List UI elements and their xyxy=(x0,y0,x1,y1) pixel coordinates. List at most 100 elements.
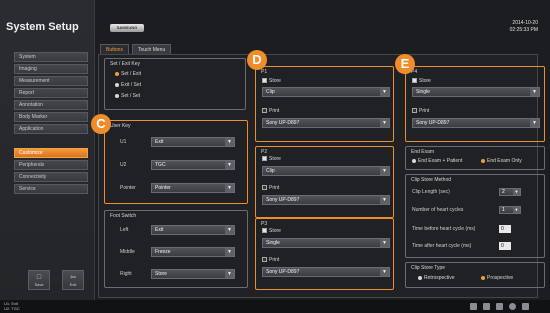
chevron-down-icon: ▼ xyxy=(530,88,539,96)
select-value: Single xyxy=(266,240,280,246)
p3-store-checkbox[interactable]: Store xyxy=(262,228,281,234)
select-value: Pointer xyxy=(155,185,171,191)
sidebar-item-customize[interactable]: Customize xyxy=(14,148,88,158)
p1-store-checkbox[interactable]: Store xyxy=(262,78,281,84)
sidebar-item-body-marker[interactable]: Body Marker xyxy=(14,112,88,122)
sidebar-item-annotation[interactable]: Annotation xyxy=(14,100,88,110)
select-value: TGC xyxy=(155,162,166,168)
radio-icon xyxy=(481,275,485,280)
p4-store-select[interactable]: Single ▼ xyxy=(412,87,540,97)
chevron-down-icon: ▼ xyxy=(380,88,389,96)
checkbox-label: Print xyxy=(269,108,280,114)
set-exit-option[interactable]: Set / Exit xyxy=(115,71,141,77)
checkbox-icon xyxy=(262,228,267,234)
u1-select[interactable]: Exit ▼ xyxy=(151,137,235,147)
select-value: Sony UP-D897 xyxy=(266,269,300,275)
sidebar-item-measurement[interactable]: Measurement xyxy=(14,76,88,86)
select-value: Sony UP-D897 xyxy=(266,120,300,126)
p4-store-checkbox[interactable]: Store xyxy=(412,78,431,84)
time-after-field[interactable]: 0 xyxy=(499,242,511,250)
radio-icon xyxy=(481,158,485,163)
set-set-option[interactable]: Set / Set xyxy=(115,93,140,99)
settings-icon[interactable] xyxy=(509,303,516,310)
p1-title: P1 xyxy=(260,69,269,75)
tab-touch-menu[interactable]: Touch Menu xyxy=(132,44,172,54)
sidebar-item-imaging[interactable]: Imaging xyxy=(14,64,88,74)
chevron-down-icon: ▼ xyxy=(225,226,234,234)
p3-print-select[interactable]: Sony UP-D897 ▼ xyxy=(262,267,390,277)
save-button[interactable]: □ Save xyxy=(28,270,50,290)
checkbox-icon xyxy=(262,78,267,84)
p1-store-select[interactable]: Clip ▼ xyxy=(262,87,390,97)
right-label: Right xyxy=(120,271,132,277)
right-select[interactable]: Store ▼ xyxy=(151,269,235,279)
exit-set-option[interactable]: Exit / Set xyxy=(115,82,141,88)
callout-badge-c: C xyxy=(91,114,111,134)
clip-length-select[interactable]: 2 ▼ xyxy=(499,188,521,196)
brand-logo: SAMSUNG xyxy=(110,24,144,32)
p4-print-checkbox[interactable]: Print xyxy=(412,108,429,114)
p1-print-checkbox[interactable]: Print xyxy=(262,108,279,114)
u2-label: U2 xyxy=(120,162,127,168)
select-value: Clip xyxy=(266,168,275,174)
option-label: End Exam Only xyxy=(487,158,522,164)
checkbox-icon xyxy=(412,78,417,84)
p4-print-select[interactable]: Sony UP-D897 ▼ xyxy=(412,118,540,128)
p1-print-select[interactable]: Sony UP-D897 ▼ xyxy=(262,118,390,128)
select-value: Sony UP-D897 xyxy=(416,120,450,126)
p3-print-checkbox[interactable]: Print xyxy=(262,257,279,263)
foot-switch-title: Foot Switch xyxy=(109,213,138,219)
chevron-down-icon: ▼ xyxy=(380,268,389,276)
user-key-title: User Key xyxy=(109,123,132,129)
option-label: Exit / Set xyxy=(121,82,142,88)
left-select[interactable]: Exit ▼ xyxy=(151,225,235,235)
callout-badge-e: E xyxy=(395,54,415,74)
end-exam-only-option[interactable]: End Exam Only xyxy=(481,158,522,164)
exit-icon: ⇦ xyxy=(70,274,76,281)
checkbox-label: Print xyxy=(419,108,430,114)
p2-store-select[interactable]: Clip ▼ xyxy=(262,166,390,176)
sidebar-item-connectivity[interactable]: Connectivity xyxy=(14,172,88,182)
clip-store-method-group: Clip Store Method Clip Length (sec) 2 ▼ N… xyxy=(405,174,545,258)
middle-select[interactable]: Freeze ▼ xyxy=(151,247,235,257)
time-before-label: Time before heart cycle (ms) xyxy=(412,226,476,232)
pointer-select[interactable]: Pointer ▼ xyxy=(151,183,235,193)
p2-print-select[interactable]: Sony UP-D897 ▼ xyxy=(262,195,390,205)
option-label: End Exam + Patient xyxy=(418,158,463,164)
tab-buttons[interactable]: Buttons xyxy=(100,44,129,54)
sidebar-item-application[interactable]: Application xyxy=(14,124,88,134)
network-icon xyxy=(496,303,503,310)
user-key-group: User Key U1 Exit ▼ U2 TGC ▼ Pointer Pointe… xyxy=(104,120,248,204)
end-exam-patient-option[interactable]: End Exam + Patient xyxy=(412,158,462,164)
select-value: 2 xyxy=(502,189,505,195)
volume-icon[interactable] xyxy=(522,303,529,310)
status-bar-keys: U1: Exit U2: TGC xyxy=(4,301,20,311)
chevron-down-icon: ▼ xyxy=(380,239,389,247)
heart-cycles-select[interactable]: 1 ▼ xyxy=(499,206,521,214)
radio-icon xyxy=(418,275,422,280)
select-value: 1 xyxy=(502,207,505,213)
p3-store-select[interactable]: Single ▼ xyxy=(262,238,390,248)
select-value: Clip xyxy=(266,89,275,95)
p2-print-checkbox[interactable]: Print xyxy=(262,185,279,191)
prospective-option[interactable]: Prospective xyxy=(481,275,513,281)
option-label: Set / Set xyxy=(121,93,141,99)
set-exit-group: Set / Exit Key Set / Exit Exit / Set Set… xyxy=(104,58,246,110)
p2-store-checkbox[interactable]: Store xyxy=(262,156,281,162)
checkbox-label: Store xyxy=(269,156,281,162)
sidebar-item-system[interactable]: System xyxy=(14,52,88,62)
page-title: System Setup xyxy=(6,21,79,33)
exit-button[interactable]: ⇦ Exit xyxy=(62,270,84,290)
chevron-down-icon: ▼ xyxy=(513,207,520,213)
time-before-field[interactable]: 0 xyxy=(499,225,511,233)
sidebar-item-service[interactable]: Service xyxy=(14,184,88,194)
date-text: 2014-10-20 xyxy=(512,20,538,26)
chevron-down-icon: ▼ xyxy=(225,184,234,192)
time-text: 02:25:33 PM xyxy=(509,27,538,33)
status-bar xyxy=(0,300,550,313)
u2-select[interactable]: TGC ▼ xyxy=(151,160,235,170)
retrospective-option[interactable]: Retrospective xyxy=(418,275,455,281)
sidebar-item-peripherals[interactable]: Peripherals xyxy=(14,160,88,170)
option-label: Prospective xyxy=(487,275,514,281)
sidebar-item-report[interactable]: Report xyxy=(14,88,88,98)
